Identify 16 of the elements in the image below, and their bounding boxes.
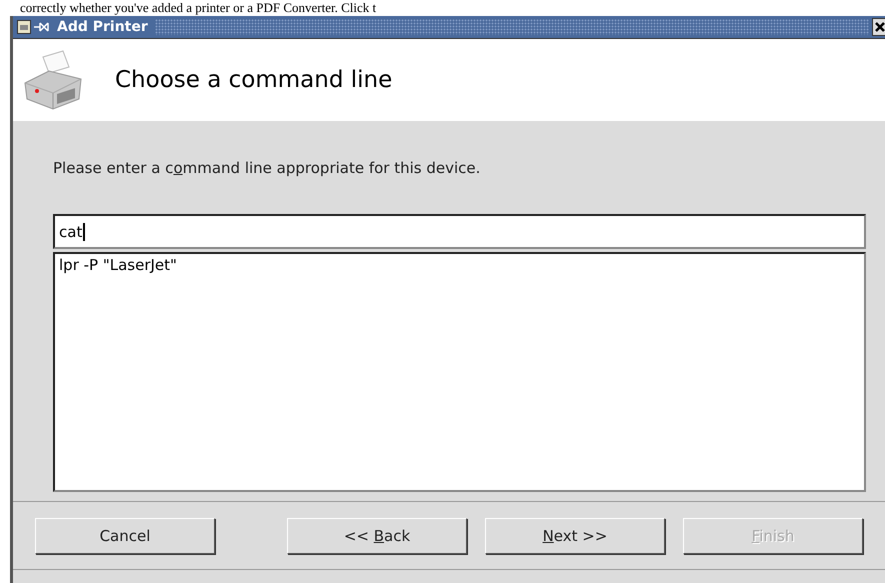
command-input-field[interactable]: cat <box>53 214 866 249</box>
text-cursor <box>83 222 86 240</box>
close-button[interactable] <box>872 18 885 36</box>
pin-icon[interactable] <box>34 22 50 32</box>
suggestion-list[interactable]: lpr -P "LaserJet" <box>53 252 866 492</box>
next-button[interactable]: Next >> <box>485 518 665 554</box>
window-title: Add Printer <box>56 19 149 35</box>
printer-icon <box>17 20 31 34</box>
printer-icon <box>23 49 83 111</box>
cancel-button[interactable]: Cancel <box>35 518 215 554</box>
suggestion-item[interactable]: lpr -P "LaserJet" <box>59 256 860 274</box>
close-icon <box>875 22 885 32</box>
page-heading: Choose a command line <box>115 67 392 93</box>
instruction-text: Please enter a command line appropriate for this device. <box>53 159 482 177</box>
back-button[interactable]: << Back <box>287 518 467 554</box>
document-text: correctly whether you've added a printer or a PDF Converter. Click t <box>19 0 378 16</box>
